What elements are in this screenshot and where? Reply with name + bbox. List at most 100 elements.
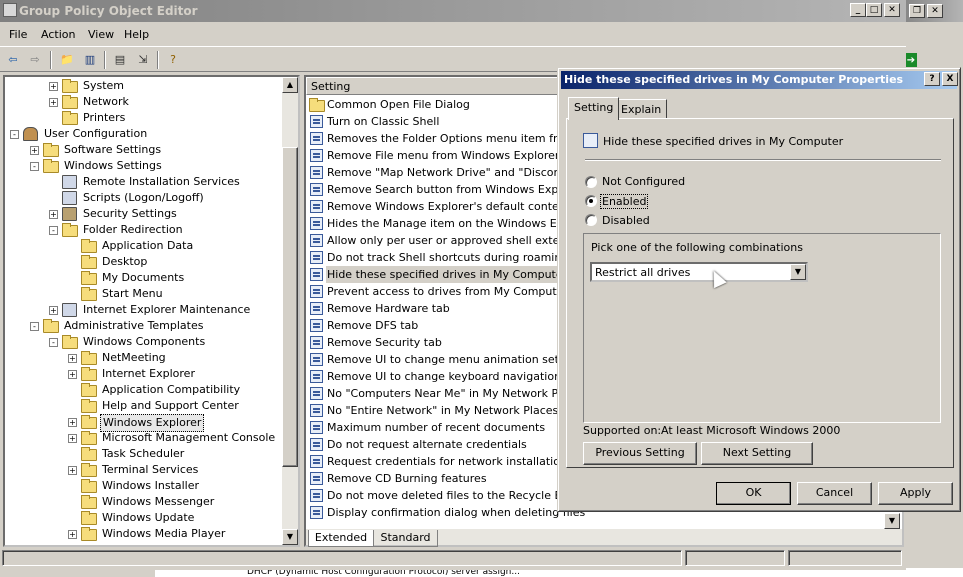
ok-button[interactable]: OK [716,482,791,505]
tree-node[interactable]: + Internet Explorer Maintenance [5,302,280,318]
tree-node[interactable]: Start Menu [5,286,280,302]
tree-node-label: Network [83,95,129,108]
tree-node[interactable]: Desktop [5,254,280,270]
collapse-icon[interactable]: - [49,226,58,235]
dialog-help-button[interactable]: ? [924,72,940,86]
tree-node[interactable]: - Folder Redirection [5,222,280,238]
tree-node[interactable]: Windows Update [5,510,280,526]
tree-node[interactable]: Remote Installation Services [5,174,280,190]
properties-dialog: Hide these specified drives in My Comput… [557,67,961,512]
collapse-icon[interactable]: - [49,338,58,347]
help-icon[interactable]: ? [164,51,182,68]
policy-icon [310,217,323,230]
tree-scroll-down[interactable]: ▼ [282,529,298,545]
tree-node[interactable]: + Network [5,94,280,110]
expand-icon[interactable]: + [68,418,77,427]
tree-node[interactable]: + NetMeeting [5,350,280,366]
tree-node[interactable]: + Microsoft Management Console [5,430,280,446]
radio-enabled[interactable] [585,195,597,207]
tree-node[interactable]: Scripts (Logon/Logoff) [5,190,280,206]
apply-button[interactable]: Apply [878,482,953,505]
expand-icon[interactable]: + [49,306,58,315]
tree-scrollbar[interactable]: ▲ ▼ [282,77,298,545]
tab-extended[interactable]: Extended [308,530,374,547]
policy-icon [310,353,323,366]
tree-node[interactable]: + Internet Explorer [5,366,280,382]
menu-view[interactable]: View [88,28,114,41]
policy-icon [310,251,323,264]
folder-icon [81,287,97,301]
tree-node[interactable]: - Windows Components [5,334,280,350]
drive-combination-select[interactable]: Restrict all drives ▼ [590,262,808,282]
tab-explain[interactable]: Explain [615,99,668,119]
folder-icon [62,111,78,125]
back-arrow-icon[interactable]: ⇦ [4,51,22,68]
tree-node[interactable]: My Documents [5,270,280,286]
tree-node[interactable]: Task Scheduler [5,446,280,462]
tree-node[interactable]: - Administrative Templates [5,318,280,334]
policy-row-label: Do not track Shell shortcuts during roam… [327,251,569,264]
radio-not-configured[interactable] [585,176,597,188]
tab-setting[interactable]: Setting [568,97,620,120]
up-folder-icon[interactable]: 📁 [58,51,76,68]
radio-enabled-label[interactable]: Enabled [600,194,649,209]
tree-node[interactable]: + System [5,78,280,94]
menu-help[interactable]: Help [124,28,149,41]
tree-node[interactable]: Help and Support Center [5,398,280,414]
maximize-button[interactable]: □ [866,3,882,17]
tree-node[interactable]: + Security Settings [5,206,280,222]
show-hide-tree-icon[interactable]: ▥ [81,51,99,68]
dialog-close-button[interactable]: X [942,72,958,86]
tree-node[interactable]: + Software Settings [5,142,280,158]
bg-close-button[interactable]: ✕ [927,4,943,18]
folder-icon [62,223,78,237]
list-scroll-down[interactable]: ▼ [884,513,900,529]
radio-disabled-label[interactable]: Disabled [602,214,650,227]
expand-icon[interactable]: + [49,210,58,219]
tree-node[interactable]: Application Data [5,238,280,254]
tree-node[interactable]: + Windows Media Player [5,526,280,542]
collapse-icon[interactable]: - [30,322,39,331]
tree-node[interactable]: + Windows Explorer [5,414,280,432]
tree-node[interactable]: Application Compatibility [5,382,280,398]
tree-scroll-up[interactable]: ▲ [282,77,298,93]
tree-node[interactable]: - Windows Settings [5,158,280,174]
export-list-icon[interactable]: ⇲ [134,51,152,68]
expand-icon[interactable]: + [68,466,77,475]
radio-disabled[interactable] [585,214,597,226]
forward-arrow-icon[interactable]: ⇨ [26,51,44,68]
bg-restore-button[interactable]: ❐ [909,4,925,18]
menu-action[interactable]: Action [41,28,75,41]
computer-icon [62,175,77,189]
tree-node[interactable]: + Terminal Services [5,462,280,478]
collapse-icon[interactable]: - [10,130,19,139]
policy-row-label: Remove Security tab [327,336,442,349]
status-pane-2 [685,550,785,566]
script-icon [62,191,77,205]
previous-setting-button[interactable]: Previous Setting [583,442,697,465]
radio-not-configured-label[interactable]: Not Configured [602,175,685,188]
collapse-icon[interactable]: - [30,162,39,171]
expand-icon[interactable]: + [49,82,58,91]
expand-icon[interactable]: + [68,354,77,363]
tree-pane: + System + Network Printers - User Configurati… [3,75,300,547]
expand-icon[interactable]: + [68,530,77,539]
tree-node[interactable]: Windows Installer [5,478,280,494]
tree-node[interactable]: Printers [5,110,280,126]
menu-file[interactable]: File [9,28,27,41]
expand-icon[interactable]: + [68,434,77,443]
expand-icon[interactable]: + [30,146,39,155]
policy-row-label: Do not move deleted files to the Recycle… [327,489,573,502]
chevron-down-icon[interactable]: ▼ [790,264,806,280]
tree-scroll-thumb[interactable] [282,147,298,467]
minimize-button[interactable]: _ [850,3,866,17]
tab-standard[interactable]: Standard [374,530,438,547]
expand-icon[interactable]: + [49,98,58,107]
tree-node[interactable]: - User Configuration [5,126,280,142]
close-button[interactable]: ✕ [884,3,900,17]
properties-icon[interactable]: ▤ [111,51,129,68]
cancel-button[interactable]: Cancel [797,482,872,505]
tree-node[interactable]: Windows Messenger [5,494,280,510]
next-setting-button[interactable]: Next Setting [701,442,813,465]
expand-icon[interactable]: + [68,370,77,379]
